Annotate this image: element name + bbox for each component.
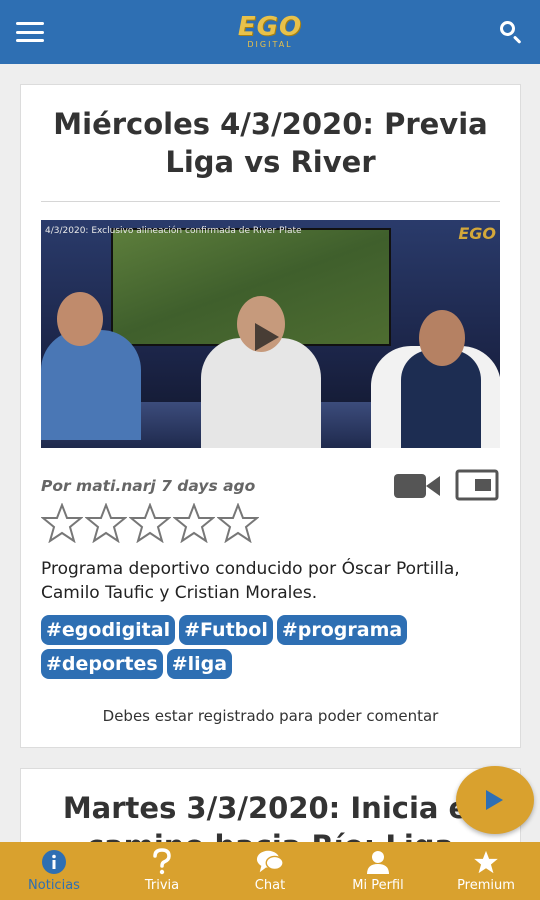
picture-in-picture-icon[interactable] — [455, 469, 499, 501]
nav-label: Trivia — [144, 878, 180, 893]
logo-sub-text: DIGITAL — [247, 40, 293, 49]
post-byline: Por mati.narj 7 days ago — [41, 477, 256, 495]
post-title[interactable]: Miércoles 4/3/2020: Previa Liga vs River — [21, 85, 520, 181]
top-app-bar: EGO DIGITAL — [0, 0, 540, 64]
nav-item-premium[interactable]: Premium — [432, 842, 540, 900]
star-outline-icon[interactable] — [85, 503, 127, 543]
chat-icon — [256, 849, 284, 875]
nav-item-chat[interactable]: Chat — [216, 842, 324, 900]
login-to-comment-note: Debes estar registrado para poder coment… — [102, 707, 439, 725]
nav-item-mi-perfil[interactable]: Mi Perfil — [324, 842, 432, 900]
bottom-navigation: Noticias Trivia Chat Mi Perfil Premium — [0, 842, 540, 900]
tag-chip[interactable]: #egodigital — [41, 615, 176, 645]
presenter-left — [41, 330, 141, 440]
info-icon — [40, 849, 68, 875]
tag-chip[interactable]: #deportes — [41, 649, 163, 679]
video-player[interactable]: 4/3/2020: Exclusivo alineación confirmad… — [41, 220, 500, 448]
tag-chip[interactable]: #liga — [166, 649, 233, 679]
star-icon — [472, 849, 500, 875]
nav-label: Mi Perfil — [352, 878, 404, 893]
video-camera-icon[interactable] — [393, 471, 441, 501]
presenter-center — [201, 338, 321, 448]
nav-label: Premium — [457, 878, 515, 893]
video-watermark: EGO — [458, 224, 496, 243]
nav-item-trivia[interactable]: Trivia — [108, 842, 216, 900]
star-outline-icon[interactable] — [41, 503, 83, 543]
star-outline-icon[interactable] — [217, 503, 259, 543]
search-icon[interactable] — [498, 19, 524, 45]
star-outline-icon[interactable] — [173, 503, 215, 543]
post-description: Programa deportivo conducido por Óscar P… — [41, 559, 460, 603]
tag-chip[interactable]: #programa — [276, 615, 408, 645]
star-outline-icon[interactable] — [129, 503, 171, 543]
title-divider — [41, 201, 500, 202]
hamburger-menu-icon[interactable] — [16, 22, 44, 42]
nav-item-noticias[interactable]: Noticias — [0, 842, 108, 900]
video-caption: 4/3/2020: Exclusivo alineación confirmad… — [45, 226, 302, 236]
play-fab-button[interactable] — [456, 766, 534, 834]
rating-stars — [41, 503, 259, 543]
app-logo[interactable]: EGO DIGITAL — [238, 14, 302, 49]
tag-chip[interactable]: #Futbol — [179, 615, 273, 645]
nav-label: Chat — [254, 878, 286, 893]
play-icon — [486, 790, 503, 810]
play-icon[interactable] — [255, 323, 279, 351]
tag-list: #egodigital #Futbol #programa #deportes … — [41, 615, 501, 679]
post-meta: Por mati.narj 7 days ago — [41, 469, 500, 503]
news-card: Miércoles 4/3/2020: Previa Liga vs River… — [20, 84, 521, 748]
nav-label: Noticias — [28, 878, 80, 893]
question-icon — [148, 848, 176, 875]
logo-main-text: EGO — [237, 12, 303, 42]
user-icon — [364, 849, 392, 875]
